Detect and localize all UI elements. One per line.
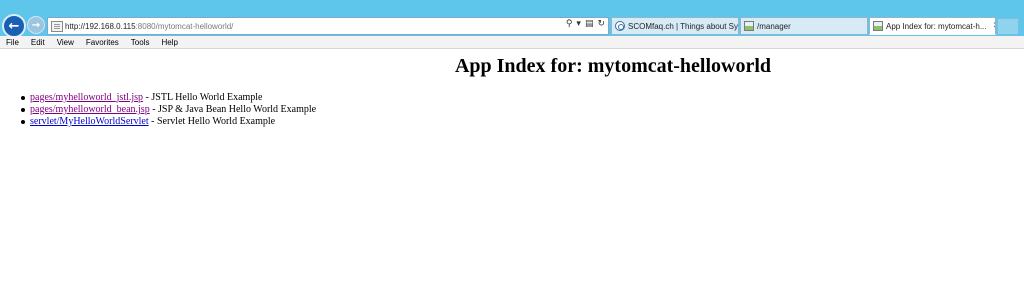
page-title: App Index for: mytomcat-helloworld: [454, 55, 772, 77]
menu-help[interactable]: Help: [161, 38, 177, 47]
menu-bar: File Edit View Favorites Tools Help: [0, 36, 1024, 49]
tab-manager[interactable]: /manager: [740, 17, 868, 35]
forward-arrow-icon: →: [31, 19, 41, 31]
image-icon: [873, 21, 883, 31]
menu-view[interactable]: View: [57, 38, 74, 47]
back-arrow-icon: ←: [8, 18, 20, 34]
menu-favorites[interactable]: Favorites: [86, 38, 119, 47]
tab-label: App Index for: mytomcat-h...: [886, 21, 987, 31]
list-item-description: - JSP & Java Bean Hello World Example: [149, 104, 317, 115]
dropdown-icon[interactable]: ▾: [576, 19, 581, 29]
list-item-description: - JSTL Hello World Example: [143, 92, 263, 103]
globe-icon: [615, 21, 625, 31]
back-button[interactable]: ←: [2, 14, 26, 38]
compatibility-view-icon[interactable]: ▤: [585, 19, 594, 29]
close-icon[interactable]: ✕: [992, 21, 995, 31]
app-link-list: pages/myhelloworld_jstl.jsp - JSTL Hello…: [20, 92, 317, 128]
address-url[interactable]: http://192.168.0.115:8080/mytomcat-hello…: [65, 22, 233, 31]
tab-label: /manager: [757, 21, 791, 31]
list-item: pages/myhelloworld_jstl.jsp - JSTL Hello…: [20, 92, 316, 104]
search-icon[interactable]: ⚲: [566, 19, 573, 29]
tab-app-index[interactable]: App Index for: mytomcat-h... ✕: [869, 17, 996, 35]
new-tab-button[interactable]: [997, 18, 1019, 35]
address-bar-tools: ⚲ ▾ ▤ ↻: [566, 19, 605, 29]
address-bar[interactable]: http://192.168.0.115:8080/mytomcat-hello…: [47, 17, 609, 35]
menu-edit[interactable]: Edit: [31, 38, 45, 47]
bean-example-link[interactable]: pages/myhelloworld_bean.jsp: [30, 104, 150, 115]
forward-button[interactable]: →: [27, 16, 45, 34]
list-item: pages/myhelloworld_bean.jsp - JSP & Java…: [20, 104, 317, 116]
refresh-icon[interactable]: ↻: [597, 19, 605, 29]
browser-title-bar: ← → http://192.168.0.115:8080/mytomcat-h…: [0, 0, 1024, 38]
image-icon: [744, 21, 754, 31]
jstl-example-link[interactable]: pages/myhelloworld_jstl.jsp: [30, 92, 143, 103]
tab-scomfaq[interactable]: SCOMfaq.ch | Things about Sy...: [611, 17, 739, 35]
tab-label: SCOMfaq.ch | Things about Sy...: [628, 21, 739, 31]
list-item: servlet/MyHelloWorldServlet - Servlet He…: [20, 116, 316, 128]
page-icon: [51, 20, 63, 32]
servlet-example-link[interactable]: servlet/MyHelloWorldServlet: [30, 116, 149, 127]
menu-file[interactable]: File: [6, 38, 19, 47]
menu-tools[interactable]: Tools: [131, 38, 150, 47]
list-item-description: - Servlet Hello World Example: [148, 116, 276, 127]
